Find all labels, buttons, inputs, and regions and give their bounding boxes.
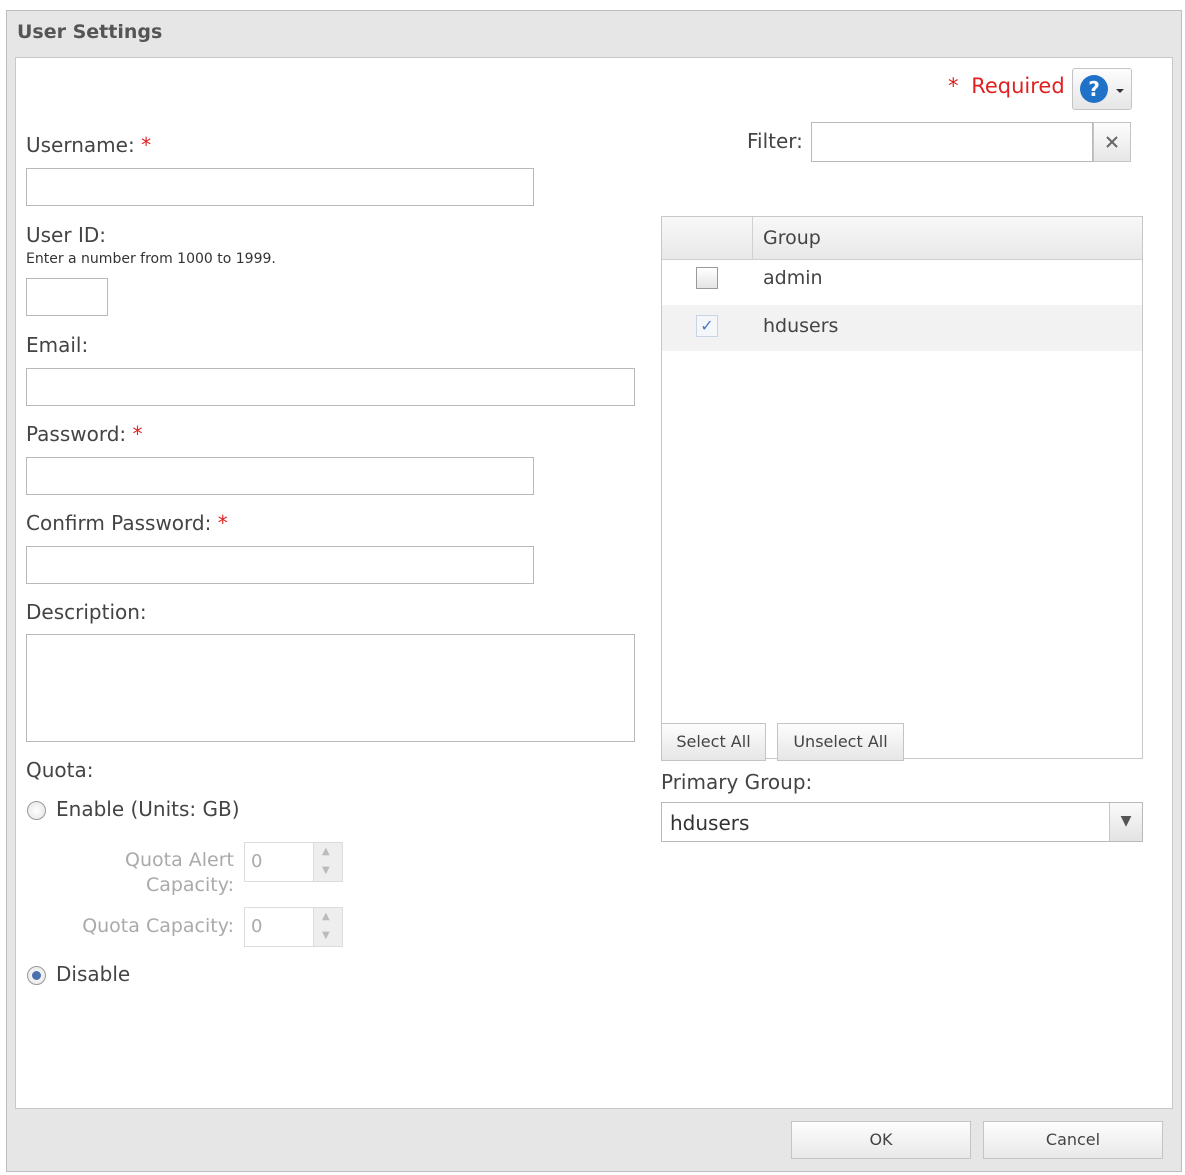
quota-alert-capacity-input[interactable]: 0 [244,842,314,882]
column-divider [752,217,753,259]
group-column-header: Group [763,227,821,249]
table-row[interactable]: admin [662,259,1142,305]
email-input[interactable] [26,368,635,406]
user-settings-dialog: User Settings * Required ? Username: * U… [6,10,1182,1172]
primary-group-value: hdusers [670,811,750,835]
required-star: * [948,74,959,98]
filter-clear-button[interactable] [1093,122,1131,162]
quota-label: Quota: [26,758,94,782]
close-icon [1106,136,1118,148]
group-checkbox-admin[interactable] [696,267,718,289]
username-label: Username: * [26,133,152,157]
quota-capacity-label: Quota Capacity: [82,915,234,937]
table-row[interactable]: ✓ hdusers [662,305,1142,351]
quota-alert-capacity-label: Quota Alert Capacity: [125,849,234,896]
ok-button[interactable]: OK [791,1121,971,1159]
group-name: admin [763,267,823,289]
filter-input[interactable] [811,122,1093,162]
svg-text:?: ? [1088,77,1100,101]
email-label: Email: [26,333,89,357]
cancel-button[interactable]: Cancel [983,1121,1163,1159]
chevron-down-icon [1116,89,1124,93]
quota-capacity-input[interactable]: 0 [244,907,314,947]
confirm-password-input[interactable] [26,546,534,584]
dialog-content: * Required ? Username: * User ID: Enter … [15,57,1173,1109]
required-star: * [217,511,228,535]
spin-up-icon: ▲ [322,911,330,922]
unselect-all-button[interactable]: Unselect All [777,723,904,761]
chevron-down-icon: ▼ [1109,803,1142,841]
description-textarea[interactable] [26,634,635,742]
user-id-hint: Enter a number from 1000 to 1999. [26,251,276,267]
group-name: hdusers [763,315,839,337]
quota-enable-radio[interactable] [27,801,46,820]
spin-down-icon: ▼ [322,865,330,876]
quota-alert-spinner[interactable]: ▲ ▼ [313,842,343,882]
user-id-input[interactable] [26,278,108,316]
question-circle-icon: ? [1080,75,1108,103]
primary-group-select[interactable]: hdusers ▼ [661,802,1143,842]
user-id-label: User ID: [26,223,106,247]
primary-group-label: Primary Group: [661,770,813,794]
description-label: Description: [26,600,147,624]
select-all-button[interactable]: Select All [661,723,766,761]
quota-enable-label: Enable (Units: GB) [56,797,240,821]
group-checkbox-hdusers[interactable]: ✓ [696,315,718,337]
group-table-header: Group [662,217,1142,260]
dialog-title: User Settings [17,21,163,43]
required-star: * [141,133,152,157]
username-input[interactable] [26,168,534,206]
spin-down-icon: ▼ [322,930,330,941]
confirm-password-label: Confirm Password: * [26,511,228,535]
spin-up-icon: ▲ [322,846,330,857]
password-label: Password: * [26,422,143,446]
password-input[interactable] [26,457,534,495]
group-table: Group admin ✓ hdusers [661,216,1143,759]
quota-disable-label: Disable [56,962,131,986]
required-star: * [132,422,143,446]
required-indicator: * Required [948,74,1065,98]
filter-label: Filter: [747,129,803,153]
required-label: Required [971,74,1065,98]
quota-capacity-spinner[interactable]: ▲ ▼ [313,907,343,947]
help-button[interactable]: ? [1072,68,1132,110]
quota-disable-radio[interactable] [27,966,46,985]
